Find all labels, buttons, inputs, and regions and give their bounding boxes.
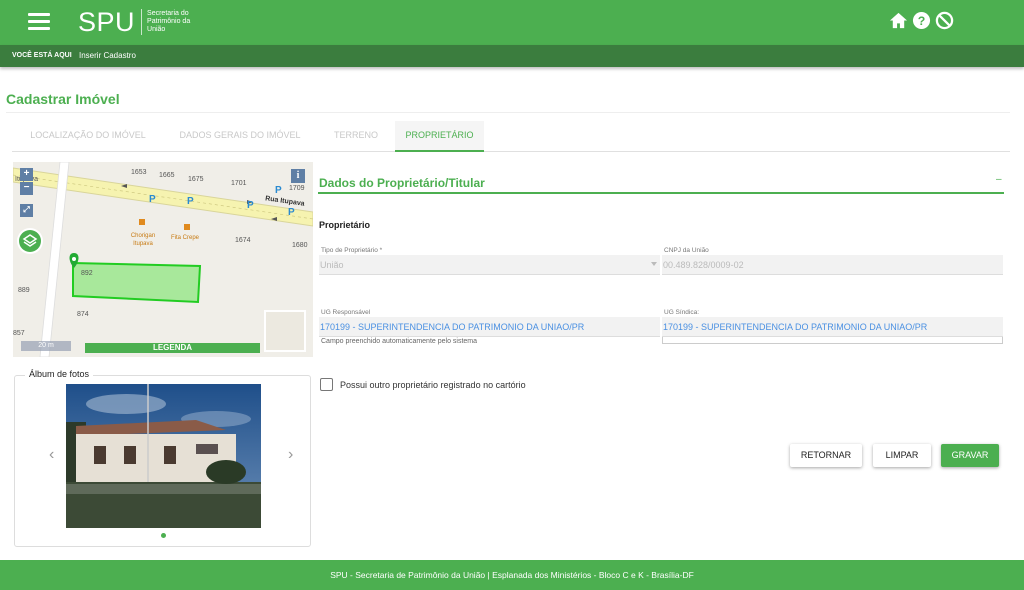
number-label: 1674 <box>235 237 251 244</box>
cnpj-label: CNPJ da União <box>664 247 709 254</box>
owner-subtitle: Proprietário <box>319 220 371 230</box>
cnpj-field[interactable]: 00.489.828/0009-02 <box>662 255 1003 275</box>
number-label: 1675 <box>188 176 204 183</box>
tab-bar: LOCALIZAÇÃO DO IMÓVEL DADOS GERAIS DO IM… <box>12 121 1010 152</box>
photo-album: Álbum de fotos ‹ › <box>14 369 311 547</box>
tipo-proprietario-select[interactable]: União <box>319 255 660 275</box>
parking-icon: P <box>187 196 194 207</box>
album-legend: Álbum de fotos <box>25 369 94 379</box>
ug-sindica-field[interactable]: 170199 - SUPERINTENDENCIA DO PATRIMONIO … <box>662 317 1003 337</box>
parking-icon: P <box>247 200 254 211</box>
section-title: Dados do Proprietário/Titular <box>319 176 485 190</box>
number-label: 1653 <box>131 169 147 176</box>
spu-logo[interactable]: SPU Secretaria do Patrimônio da União <box>78 6 207 38</box>
parking-icon: P <box>288 207 295 218</box>
page-footer: SPU - Secretaria de Patrimônio da União … <box>0 560 1024 590</box>
section-divider <box>318 192 1004 194</box>
logo-subtitle: Secretaria do Patrimônio da União <box>147 10 191 33</box>
menu-icon[interactable] <box>28 13 50 31</box>
logo-divider <box>141 9 143 35</box>
number-label: 857 <box>13 330 25 337</box>
number-label: 1680 <box>292 242 308 249</box>
tab-terreno[interactable]: TERRENO <box>316 121 396 152</box>
ug-responsavel-label: UG Responsável <box>321 309 371 316</box>
help-icon[interactable]: ? <box>912 11 931 30</box>
poi-label: Fita Crepe <box>171 235 200 241</box>
legend-button[interactable]: LEGENDA <box>85 343 260 353</box>
ug-sindica-value: 170199 - SUPERINTENDENCIA DO PATRIMONIO … <box>663 322 928 332</box>
logo-text: SPU <box>78 6 136 37</box>
breadcrumb-current[interactable]: Inserir Cadastro <box>79 51 136 60</box>
number-label: 874 <box>77 311 89 318</box>
home-icon[interactable] <box>889 11 908 30</box>
ug-responsavel-hint: Campo preenchido automaticamente pelo si… <box>321 338 478 345</box>
overview-minimap[interactable] <box>264 310 306 352</box>
ug-responsavel-field[interactable]: 170199 - SUPERINTENDENCIA DO PATRIMONIO … <box>319 317 660 337</box>
ug-responsavel-value: 170199 - SUPERINTENDENCIA DO PATRIMONIO … <box>320 322 585 332</box>
parking-icon: P <box>149 194 156 205</box>
gravar-button[interactable]: GRAVAR <box>941 444 999 467</box>
building-photo[interactable] <box>66 384 261 528</box>
outro-proprietario-checkbox[interactable] <box>320 378 333 391</box>
number-label: 892 <box>81 270 93 277</box>
fullscreen-icon[interactable]: ⤢ <box>20 204 33 217</box>
collapse-button[interactable]: – <box>996 174 1002 185</box>
breadcrumb: VOCÊ ESTÁ AQUI Inserir Cadastro <box>0 45 1024 67</box>
property-map[interactable]: Itupava Rua Itupava 1653 1665 1675 1701 … <box>13 162 313 357</box>
ug-sindica-dropdown[interactable] <box>662 337 1003 344</box>
retornar-button[interactable]: RETORNAR <box>790 444 862 467</box>
block-icon[interactable] <box>935 11 954 30</box>
number-label: 1665 <box>159 172 175 179</box>
outro-proprietario-label[interactable]: Possui outro proprietário registrado no … <box>340 380 526 390</box>
tab-dados-gerais[interactable]: DADOS GERAIS DO IMÓVEL <box>164 121 316 152</box>
map-scale: 20 m <box>21 341 71 351</box>
breadcrumb-label: VOCÊ ESTÁ AQUI <box>12 52 72 59</box>
page-title: Cadastrar Imóvel <box>6 91 120 107</box>
top-app-bar: SPU Secretaria do Patrimônio da União ? <box>0 0 1024 45</box>
poi-label: Chorigan Itupava <box>130 233 156 247</box>
ug-sindica-label: UG Síndica: <box>664 309 700 316</box>
number-label: 889 <box>18 287 30 294</box>
chevron-left-icon[interactable]: ‹ <box>49 446 54 464</box>
map-info-button[interactable]: i <box>291 169 305 183</box>
number-label: 1709 <box>289 185 305 192</box>
tipo-proprietario-label: Tipo de Proprietário * <box>321 247 383 254</box>
parking-icon: P <box>275 185 282 196</box>
zoom-in-button[interactable]: + <box>20 168 33 181</box>
header-actions: ? <box>889 11 954 30</box>
svg-text:?: ? <box>918 14 926 28</box>
tab-proprietario[interactable]: PROPRIETÁRIO <box>395 121 484 152</box>
title-divider <box>6 112 1010 113</box>
chevron-down-icon <box>651 262 657 266</box>
tipo-proprietario-value: União <box>320 260 344 270</box>
cnpj-value: 00.489.828/0009-02 <box>663 260 744 270</box>
limpar-button[interactable]: LIMPAR <box>873 444 931 467</box>
tab-localizacao[interactable]: LOCALIZAÇÃO DO IMÓVEL <box>12 121 164 152</box>
layers-icon[interactable] <box>19 230 41 252</box>
carousel-indicator[interactable] <box>161 533 166 538</box>
zoom-out-button[interactable]: − <box>20 182 33 195</box>
number-label: 1701 <box>231 180 247 187</box>
chevron-right-icon[interactable]: › <box>288 446 293 464</box>
